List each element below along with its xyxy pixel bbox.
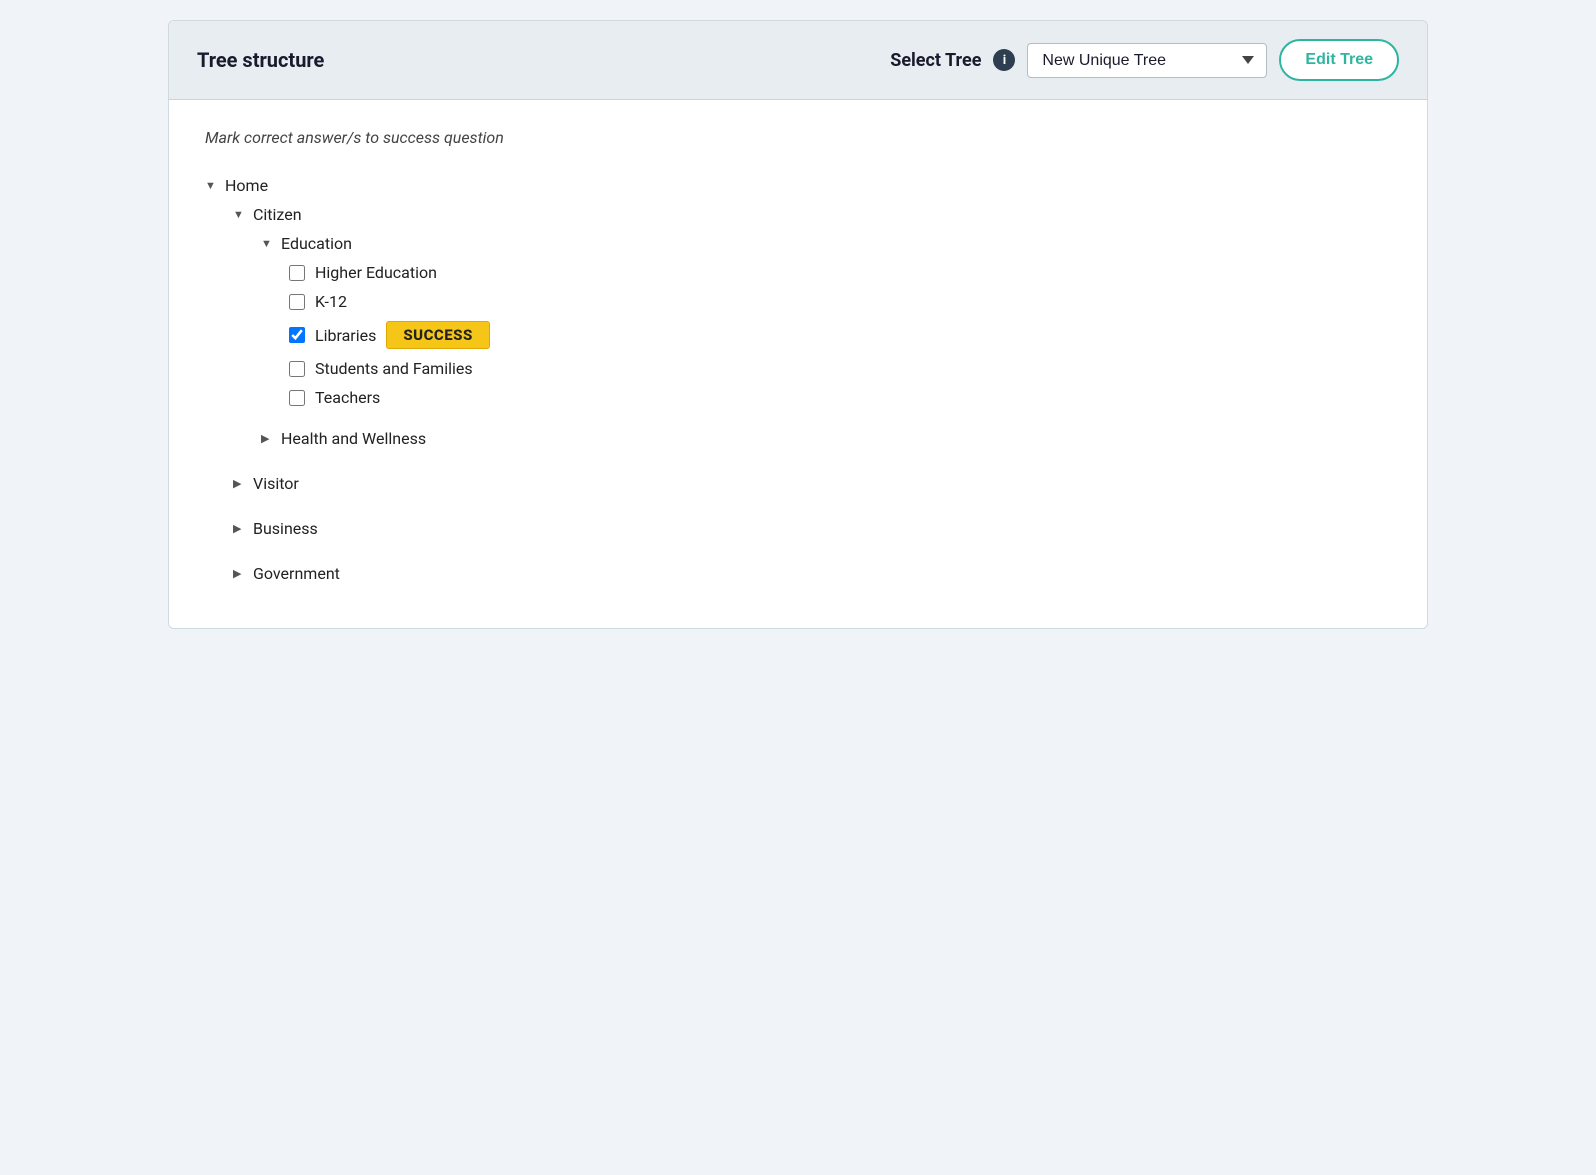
- libraries-label: Libraries: [315, 326, 376, 345]
- tree-item-visitor[interactable]: Visitor: [233, 469, 1391, 498]
- education-children: Higher Education K-12: [289, 258, 1391, 412]
- tree-item-business[interactable]: Business: [233, 514, 1391, 543]
- tree-node-government: Government: [233, 559, 1391, 588]
- info-icon[interactable]: i: [993, 49, 1015, 71]
- tree-item-government[interactable]: Government: [233, 559, 1391, 588]
- home-label: Home: [225, 176, 268, 195]
- tree-node-citizen: Citizen Education: [233, 200, 1391, 453]
- libraries-checkbox[interactable]: [289, 327, 305, 343]
- teachers-label: Teachers: [315, 388, 380, 407]
- visitor-arrow-icon: [233, 477, 249, 490]
- main-container: Tree structure Select Tree i New Unique …: [168, 20, 1428, 629]
- k12-label: K-12: [315, 292, 347, 311]
- tree-item-home[interactable]: Home: [205, 171, 1391, 200]
- tree-select[interactable]: New Unique Tree Default Tree Custom Tree: [1027, 43, 1267, 78]
- education-label: Education: [281, 234, 352, 253]
- list-item: Teachers: [289, 383, 1391, 412]
- home-arrow-icon: [205, 179, 221, 192]
- page-title: Tree structure: [197, 48, 324, 72]
- header: Tree structure Select Tree i New Unique …: [169, 21, 1427, 100]
- health-wellness-label: Health and Wellness: [281, 429, 426, 448]
- select-tree-label: Select Tree: [890, 50, 981, 71]
- students-families-label: Students and Families: [315, 359, 473, 378]
- business-label: Business: [253, 519, 318, 538]
- k12-checkbox[interactable]: [289, 294, 305, 310]
- instruction-text: Mark correct answer/s to success questio…: [205, 128, 1391, 147]
- higher-education-checkbox[interactable]: [289, 265, 305, 281]
- citizen-label: Citizen: [253, 205, 302, 224]
- header-right: Select Tree i New Unique Tree Default Tr…: [890, 39, 1399, 81]
- tree-node-home: Home Citizen: [205, 171, 1391, 588]
- teachers-checkbox[interactable]: [289, 390, 305, 406]
- home-children: Citizen Education: [233, 200, 1391, 588]
- content-area: Mark correct answer/s to success questio…: [169, 100, 1427, 628]
- government-arrow-icon: [233, 567, 249, 580]
- business-arrow-icon: [233, 522, 249, 535]
- health-wellness-arrow-icon: [261, 432, 277, 445]
- tree-item-citizen[interactable]: Citizen: [233, 200, 1391, 229]
- list-item: Students and Families: [289, 354, 1391, 383]
- tree-node-education: Education Higher Education: [261, 229, 1391, 412]
- edit-tree-button[interactable]: Edit Tree: [1279, 39, 1399, 81]
- list-item: Higher Education: [289, 258, 1391, 287]
- tree-item-health-wellness[interactable]: Health and Wellness: [261, 424, 1391, 453]
- tree-structure: Home Citizen: [205, 171, 1391, 588]
- tree-node-business: Business: [233, 514, 1391, 543]
- visitor-label: Visitor: [253, 474, 299, 493]
- success-badge: SUCCESS: [386, 321, 489, 349]
- citizen-children: Education Higher Education: [261, 229, 1391, 453]
- citizen-arrow-icon: [233, 208, 249, 221]
- education-arrow-icon: [261, 237, 277, 250]
- tree-item-education[interactable]: Education: [261, 229, 1391, 258]
- higher-education-label: Higher Education: [315, 263, 437, 282]
- header-left: Tree structure: [197, 48, 324, 72]
- list-item: K-12: [289, 287, 1391, 316]
- government-label: Government: [253, 564, 340, 583]
- students-families-checkbox[interactable]: [289, 361, 305, 377]
- list-item: Libraries SUCCESS: [289, 316, 1391, 354]
- tree-node-health-wellness: Health and Wellness: [261, 424, 1391, 453]
- tree-node-visitor: Visitor: [233, 469, 1391, 498]
